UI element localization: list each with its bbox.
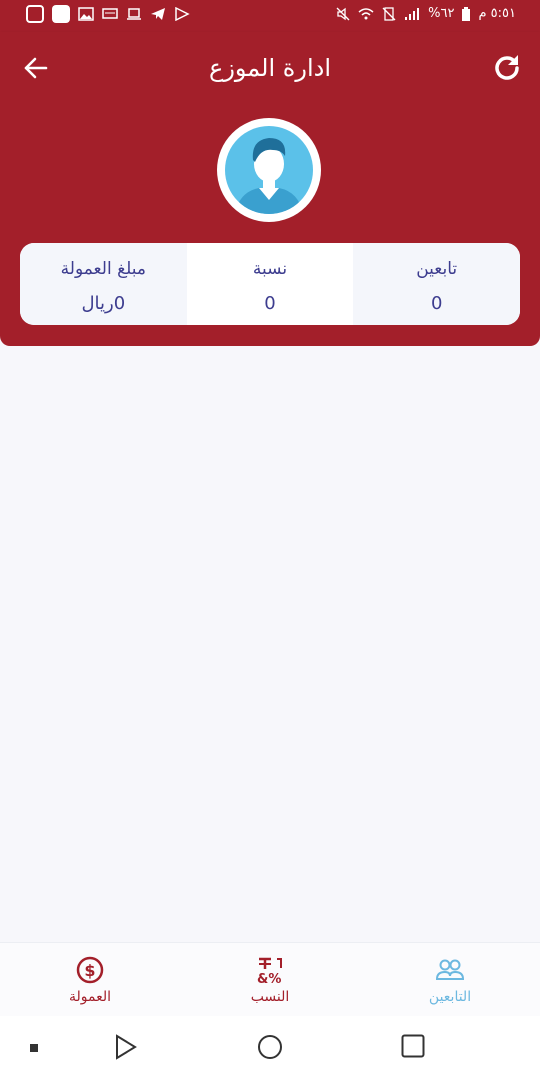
wifi-icon <box>358 7 374 19</box>
status-bar: %٦٢ ٥:٥١ م <box>0 0 540 32</box>
notification-app-icon <box>26 5 44 23</box>
message-icon <box>102 8 118 19</box>
users-icon <box>435 959 465 980</box>
play-store-icon <box>175 7 190 21</box>
home-circle-icon[interactable] <box>257 1034 283 1060</box>
telegram-icon <box>151 8 165 20</box>
battery-percent: %٦٢ <box>428 6 455 21</box>
system-status: %٦٢ ٥:٥١ م <box>336 6 516 21</box>
stat-label: نسبة <box>252 259 288 279</box>
stat-commission-amount: مبلغ العمولة 0ريال <box>20 243 187 325</box>
notification-app-icon <box>52 5 70 23</box>
clock: ٥:٥١ م <box>478 6 516 21</box>
bottom-navigation: التابعين &% النسب $ العمولة <box>0 942 540 1017</box>
percent-icon: &% <box>257 957 282 985</box>
recents-square-icon[interactable] <box>401 1034 425 1058</box>
tab-commission[interactable]: $ العمولة <box>0 943 180 1017</box>
stat-followers: تابعين 0 <box>353 243 520 325</box>
app-bar: ادارة الموزع <box>0 32 540 104</box>
tab-followers[interactable]: التابعين <box>360 943 540 1017</box>
signal-icon <box>405 7 420 20</box>
stat-value: 0ريال <box>81 293 126 314</box>
tab-percentages[interactable]: &% النسب <box>180 943 360 1017</box>
tab-label: التابعين <box>428 989 472 1005</box>
gallery-icon <box>78 7 94 21</box>
battery-icon <box>462 6 471 21</box>
dollar-icon: $ <box>76 956 104 984</box>
notification-icons <box>26 5 190 23</box>
svg-text:$: $ <box>84 961 95 980</box>
stat-percentage: نسبة 0 <box>186 243 354 325</box>
play-icon[interactable] <box>114 1034 138 1060</box>
tab-label: النسب <box>250 989 290 1005</box>
system-navigation-bar <box>0 1016 540 1080</box>
user-avatar-icon <box>225 126 313 214</box>
page-title: ادارة الموزع <box>209 54 331 82</box>
laptop-icon <box>127 8 141 20</box>
stat-value: 0 <box>430 293 443 314</box>
no-sim-icon <box>382 6 396 21</box>
menu-dot-icon[interactable] <box>30 1044 38 1052</box>
stats-card: تابعين 0 نسبة 0 مبلغ العمولة 0ريال <box>20 243 520 325</box>
user-avatar <box>217 118 321 222</box>
mute-icon <box>336 7 350 20</box>
svg-text:&%: &% <box>257 972 281 985</box>
refresh-icon[interactable] <box>492 52 522 82</box>
stat-value: 0 <box>264 293 276 314</box>
stat-label: مبلغ العمولة <box>60 259 146 279</box>
stat-label: تابعين <box>416 259 458 279</box>
tab-label: العمولة <box>68 989 111 1005</box>
